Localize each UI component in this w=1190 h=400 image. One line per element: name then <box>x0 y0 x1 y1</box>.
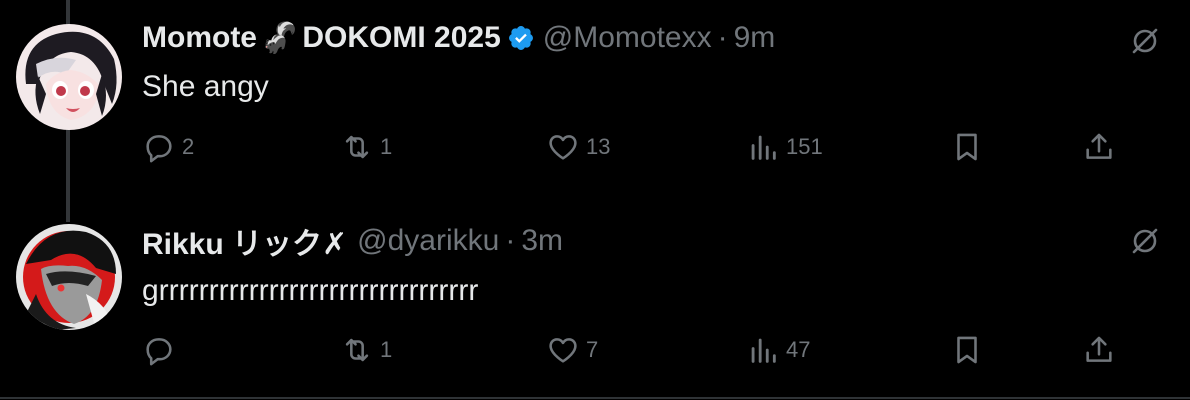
views-count: 47 <box>786 337 811 362</box>
display-name-suffix[interactable]: DOKOMI 2025 <box>302 21 500 55</box>
views-button[interactable]: 151 <box>746 130 823 164</box>
like-count: 13 <box>586 134 611 159</box>
repost-icon <box>345 338 369 362</box>
verified-badge-icon <box>507 24 535 52</box>
tweet-text: grrrrrrrrrrrrrrrrrrrrrrrrrrrrrrrr <box>142 274 479 307</box>
views-button[interactable]: 47 <box>746 333 810 367</box>
separator-dot: · <box>505 224 516 257</box>
display-name[interactable]: Rikku リック✗ <box>142 219 347 263</box>
like-button[interactable]: 13 <box>546 130 610 164</box>
skunk-emoji: 🦨 <box>261 21 299 55</box>
repost-button[interactable]: 1 <box>340 333 392 367</box>
share-icon <box>1086 133 1112 159</box>
tweet-actions: 2 1 13 151 <box>142 130 1142 164</box>
reply-button[interactable] <box>142 333 182 367</box>
timestamp[interactable]: 3m <box>521 224 563 258</box>
avatar[interactable] <box>16 224 122 330</box>
tweet-text: She angy <box>142 70 269 103</box>
reply-icon <box>146 135 172 163</box>
tweet-header: Momote 🦨 DOKOMI 2025 @Momotexx · 9m <box>142 18 775 58</box>
repost-icon <box>345 135 369 159</box>
user-handle[interactable]: @dyarikku <box>357 224 499 258</box>
repost-button[interactable]: 1 <box>340 130 392 164</box>
views-icon <box>751 338 776 363</box>
display-name[interactable]: Momote <box>142 21 257 55</box>
share-button[interactable] <box>1082 333 1116 367</box>
tweet-header: Rikku リック✗ @dyarikku · 3m <box>142 221 563 261</box>
heart-icon <box>549 338 577 363</box>
like-button[interactable]: 7 <box>546 333 598 367</box>
separator-dot: · <box>717 21 728 54</box>
tweet[interactable]: Rikku リック✗ @dyarikku · 3m grrrrrrrrrrrrr… <box>0 200 1190 396</box>
repost-count: 1 <box>380 134 393 159</box>
avatar[interactable] <box>16 24 122 130</box>
grok-icon[interactable] <box>1130 226 1160 256</box>
share-icon <box>1086 336 1112 362</box>
user-handle[interactable]: @Momotexx <box>543 21 712 55</box>
reply-button[interactable]: 2 <box>142 130 194 164</box>
bookmark-button[interactable] <box>950 333 984 367</box>
repost-count: 1 <box>380 337 393 362</box>
grok-icon[interactable] <box>1130 26 1160 56</box>
share-button[interactable] <box>1082 130 1116 164</box>
timestamp[interactable]: 9m <box>734 21 776 55</box>
like-count: 7 <box>586 337 599 362</box>
anime-girl-avatar-icon <box>16 24 122 130</box>
heart-icon <box>549 135 577 160</box>
bookmark-icon <box>957 336 977 364</box>
views-count: 151 <box>786 134 823 159</box>
tweet[interactable]: Momote 🦨 DOKOMI 2025 @Momotexx · 9m She … <box>0 0 1190 200</box>
hooded-character-avatar-icon <box>16 224 122 330</box>
reply-count: 2 <box>182 134 195 159</box>
divider <box>0 397 1190 399</box>
views-icon <box>751 135 776 160</box>
bookmark-icon <box>957 133 977 161</box>
bookmark-button[interactable] <box>950 130 984 164</box>
tweet-actions: 1 7 47 <box>142 333 1142 367</box>
reply-icon <box>146 338 172 366</box>
